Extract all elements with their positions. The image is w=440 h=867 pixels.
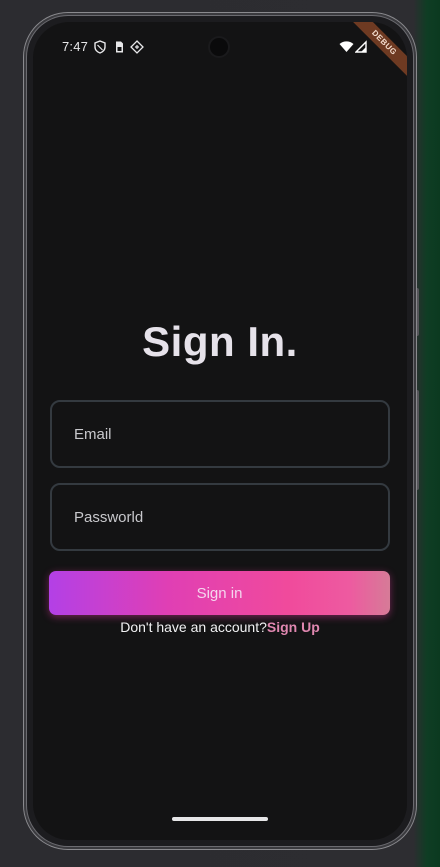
sign-in-button[interactable]: Sign in [49,571,390,615]
page-title: Sign In. [142,318,298,365]
sim-card-icon [116,41,123,53]
wifi-icon [339,41,354,52]
shield-icon [94,40,106,54]
no-account-text: Don't have an account? [120,619,267,635]
front-camera [210,38,228,56]
device-stage: 7:47 DEBUG Sign In. Email Sign in Don't … [0,0,440,867]
app-screen: 7:47 DEBUG Sign In. Email Sign in Don't … [33,22,407,840]
email-field[interactable] [50,400,390,468]
password-input[interactable] [52,485,388,549]
status-time: 7:47 [62,39,89,54]
data-saver-icon [130,40,144,54]
home-indicator[interactable] [172,817,268,821]
email-input[interactable] [52,402,388,466]
signup-prompt: Don't have an account?Sign Up [33,619,407,635]
signal-icon [355,40,367,53]
password-field[interactable] [50,483,390,551]
sign-up-link[interactable]: Sign Up [267,619,320,635]
